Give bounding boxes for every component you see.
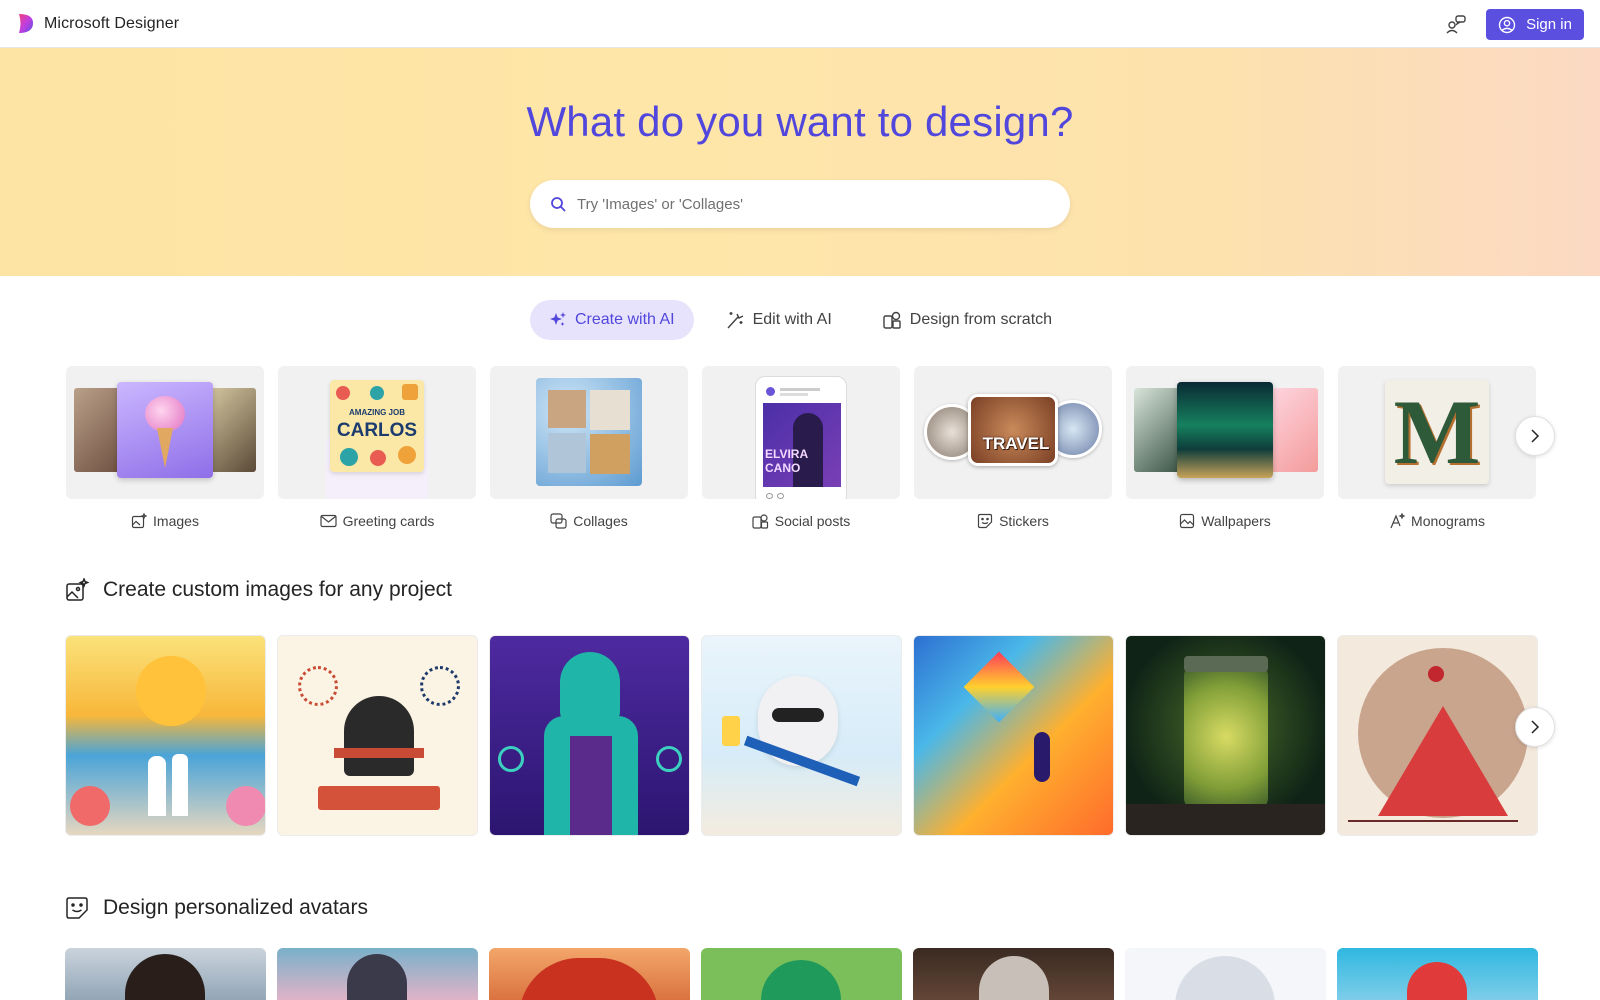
tile-city-woman[interactable] bbox=[65, 948, 266, 1000]
designer-logo-icon bbox=[19, 14, 33, 33]
social-icon bbox=[752, 514, 768, 529]
category-social-posts[interactable]: ELVIRA CANO Social posts bbox=[702, 366, 900, 531]
category-label: Images bbox=[66, 511, 264, 531]
sparkle-icon bbox=[550, 312, 566, 326]
carousel-next-button[interactable] bbox=[1515, 416, 1555, 456]
category-images[interactable]: Images bbox=[66, 366, 264, 531]
category-thumbnail bbox=[66, 366, 264, 499]
category-greeting-cards[interactable]: AMAZING JOB CARLOS Greeting cards bbox=[278, 366, 476, 531]
category-label: Collages bbox=[490, 511, 688, 531]
monogram-icon bbox=[1390, 513, 1406, 529]
category-collages[interactable]: Collages bbox=[490, 366, 688, 531]
wand-icon bbox=[727, 312, 743, 329]
category-thumbnail: ELVIRA CANO bbox=[702, 366, 900, 499]
category-thumbnail: TRAVEL bbox=[914, 366, 1112, 499]
card-line-1: AMAZING JOB bbox=[349, 408, 405, 417]
category-wallpapers[interactable]: Wallpapers bbox=[1126, 366, 1324, 531]
collage-icon bbox=[550, 513, 567, 529]
brand[interactable]: Microsoft Designer bbox=[17, 13, 179, 34]
tab-edit-with-ai[interactable]: Edit with AI bbox=[706, 300, 851, 340]
tile-ferris-wheel[interactable] bbox=[1337, 948, 1538, 1000]
section-avatars-header: Design personalized avatars bbox=[65, 896, 368, 920]
tab-label: Design from scratch bbox=[909, 311, 1053, 328]
sticker-icon bbox=[977, 513, 993, 529]
tile-red-hair-girl[interactable] bbox=[489, 948, 690, 1000]
category-thumbnail bbox=[1126, 366, 1324, 499]
category-label: Wallpapers bbox=[1126, 511, 1324, 531]
section-title: Create custom images for any project bbox=[103, 578, 452, 601]
image-sparkle-icon bbox=[66, 578, 89, 601]
tile-indian-dancer[interactable] bbox=[1337, 635, 1538, 836]
chevron-right-icon bbox=[1531, 720, 1540, 734]
tile-firefly-jar[interactable] bbox=[1125, 635, 1326, 836]
tile-bell-fireworks[interactable] bbox=[277, 635, 478, 836]
tab-create-with-ai[interactable]: Create with AI bbox=[530, 300, 694, 340]
category-carousel: Images AMAZING JOB CARLOS Greeting cards bbox=[66, 366, 1536, 536]
category-stickers[interactable]: TRAVEL Stickers bbox=[914, 366, 1112, 531]
category-thumbnail: AMAZING JOB CARLOS bbox=[278, 366, 476, 499]
gallery-next-button[interactable] bbox=[1515, 707, 1555, 747]
tab-design-from-scratch[interactable]: Design from scratch bbox=[863, 300, 1071, 340]
sticker-text: TRAVEL bbox=[982, 434, 1050, 453]
sign-in-label: Sign in bbox=[1526, 16, 1572, 33]
sticker-icon bbox=[66, 897, 88, 919]
user-circle-icon bbox=[1498, 16, 1516, 33]
category-label: Monograms bbox=[1338, 511, 1536, 531]
tab-label: Create with AI bbox=[575, 311, 675, 328]
section-title: Design personalized avatars bbox=[103, 896, 368, 919]
mail-icon bbox=[319, 514, 337, 528]
category-thumbnail bbox=[490, 366, 688, 499]
search-icon bbox=[551, 196, 566, 212]
wallpaper-icon bbox=[1180, 513, 1195, 529]
app-name: Microsoft Designer bbox=[44, 14, 180, 32]
category-monograms[interactable]: M Monograms bbox=[1338, 366, 1536, 531]
card-line-2: CARLOS bbox=[336, 420, 418, 441]
tile-yeti-beach[interactable] bbox=[701, 635, 902, 836]
tile-dj-headphones[interactable] bbox=[277, 948, 478, 1000]
search-box[interactable] bbox=[530, 180, 1070, 228]
tile-sunglasses-man[interactable] bbox=[913, 948, 1114, 1000]
tile-tropical-wedding[interactable] bbox=[65, 635, 266, 836]
category-label: Greeting cards bbox=[278, 511, 476, 531]
people-icon[interactable] bbox=[1444, 12, 1468, 36]
custom-images-gallery bbox=[65, 635, 1538, 837]
monogram-letter: M bbox=[1393, 381, 1481, 483]
category-label: Social posts bbox=[702, 511, 900, 531]
section-custom-images-header: Create custom images for any project bbox=[65, 578, 452, 602]
hero-title: What do you want to design? bbox=[526, 98, 1074, 145]
image-sparkle-icon bbox=[131, 513, 148, 529]
sign-in-button[interactable]: Sign in bbox=[1486, 9, 1584, 40]
chevron-right-icon bbox=[1531, 429, 1540, 443]
avatars-gallery bbox=[65, 948, 1538, 1000]
category-label: Stickers bbox=[914, 511, 1112, 531]
post-name-1: ELVIRA bbox=[765, 447, 809, 461]
tile-kite-runner[interactable] bbox=[913, 635, 1114, 836]
post-name-2: CANO bbox=[765, 461, 801, 475]
tile-golfer-cap[interactable] bbox=[701, 948, 902, 1000]
tab-label: Edit with AI bbox=[752, 311, 832, 328]
shapes-icon bbox=[883, 311, 901, 329]
category-thumbnail: M bbox=[1338, 366, 1536, 499]
search-input[interactable] bbox=[577, 195, 1037, 213]
tile-gymnast-rings[interactable] bbox=[489, 635, 690, 836]
hero-banner: What do you want to design? bbox=[0, 48, 1600, 276]
tile-silver-hair-woman[interactable] bbox=[1125, 948, 1326, 1000]
mode-tabs: Create with AI Edit with AI Design from … bbox=[530, 300, 1083, 340]
top-bar: Microsoft Designer Sign in bbox=[0, 0, 1600, 48]
